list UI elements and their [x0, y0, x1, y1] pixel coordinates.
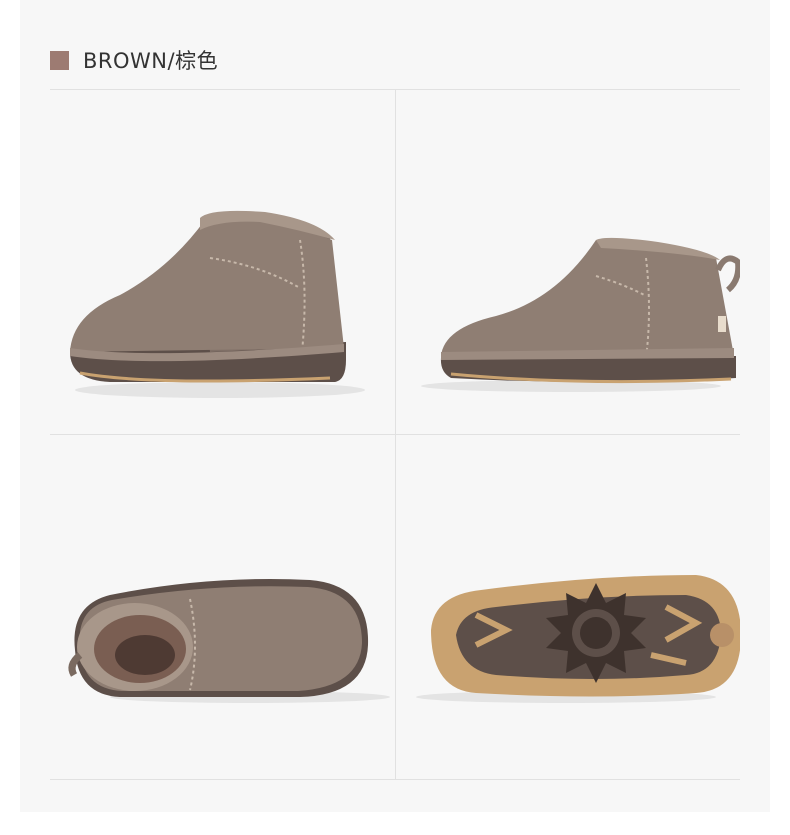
- boot-top-icon: [68, 579, 390, 703]
- color-swatch: [50, 50, 69, 70]
- boot-side-icon: [421, 237, 740, 392]
- product-image-front[interactable]: [50, 90, 395, 434]
- color-name: BROWN/棕色: [83, 49, 219, 73]
- product-image-side[interactable]: [396, 90, 740, 434]
- boot-sole-icon: [416, 575, 740, 703]
- color-header: BROWN/棕色: [50, 45, 218, 75]
- boot-front-icon: [70, 210, 365, 398]
- product-color-panel: BROWN/棕色: [20, 0, 770, 812]
- divider-bottom: [50, 779, 740, 780]
- product-image-top[interactable]: [50, 435, 395, 779]
- product-image-sole[interactable]: [396, 435, 740, 779]
